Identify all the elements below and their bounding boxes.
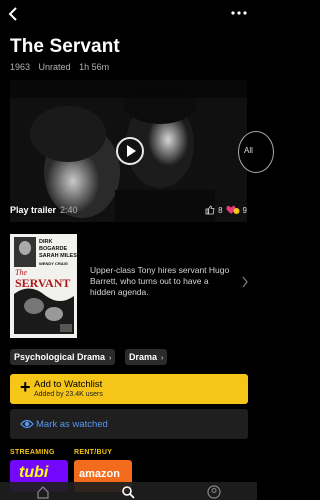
chevron-right-icon[interactable] <box>241 276 249 288</box>
bottom-nav <box>0 482 257 500</box>
all-videos-button[interactable]: All <box>238 131 274 173</box>
poster-cast-1: DIRK BOGARDE <box>39 239 68 252</box>
watchlist-count: Added by 23.4K users <box>34 391 103 398</box>
profile-icon[interactable] <box>207 485 221 499</box>
ellipsis-icon[interactable] <box>231 6 247 20</box>
plus-icon: + <box>20 377 31 397</box>
poster-title: SERVANT <box>15 276 71 290</box>
amazon-logo: amazon <box>79 468 120 480</box>
streaming-heading: STREAMING <box>10 449 55 456</box>
genre-label: Drama <box>129 352 158 362</box>
home-icon[interactable] <box>36 485 50 499</box>
thumbs-up-icon <box>205 205 215 215</box>
chevron-left-icon[interactable] <box>6 6 20 22</box>
play-icon <box>127 145 136 157</box>
certificate: Unrated <box>38 62 71 72</box>
movie-poster[interactable]: DIRK BOGARDE SARAH MILES WENDY CRAIG The… <box>10 234 77 338</box>
heart-icon <box>226 205 240 214</box>
mark-as-watched-button[interactable]: Mark as watched <box>10 409 248 439</box>
chevron-right-icon: › <box>161 355 164 362</box>
add-to-watchlist-button[interactable]: + Add to Watchlist Added by 23.4K users <box>10 374 248 404</box>
search-icon[interactable] <box>121 485 135 499</box>
genre-label: Psychological Drama <box>14 352 106 362</box>
watchlist-label: Add to Watchlist <box>34 379 103 390</box>
play-trailer-label: Play trailer <box>10 205 57 215</box>
poster-cast-2: SARAH MILES <box>39 253 77 259</box>
loves-count: 9 <box>242 205 247 215</box>
poster-cast-3: WENDY CRAIG <box>39 261 68 266</box>
reactions[interactable]: 8 9 <box>205 205 247 215</box>
likes-count: 8 <box>218 205 223 215</box>
release-year: 1963 <box>10 62 31 72</box>
poster-cast: DIRK BOGARDE SARAH MILES WENDY CRAIG <box>39 239 77 267</box>
mark-as-watched-label: Mark as watched <box>36 419 108 430</box>
all-videos-label: All <box>244 146 253 155</box>
top-bar <box>0 0 257 30</box>
rent-buy-heading: RENT/BUY <box>74 449 113 456</box>
runtime: 1h 56m <box>79 62 110 72</box>
page-title: The Servant <box>10 36 120 57</box>
play-button[interactable] <box>116 137 144 165</box>
play-trailer-link[interactable]: Play trailer 2:40 <box>10 205 78 215</box>
genre-chip-drama[interactable]: Drama › <box>125 349 168 365</box>
tubi-logo: tubi <box>19 464 49 481</box>
genre-chip-psychological-drama[interactable]: Psychological Drama › <box>10 349 116 365</box>
chevron-right-icon: › <box>109 355 112 362</box>
trailer-duration: 2:40 <box>60 205 78 215</box>
eye-icon <box>20 419 34 429</box>
plot-summary[interactable]: Upper-class Tony hires servant Hugo Barr… <box>90 265 235 298</box>
movie-meta: 1963 Unrated 1h 56m <box>10 62 115 72</box>
